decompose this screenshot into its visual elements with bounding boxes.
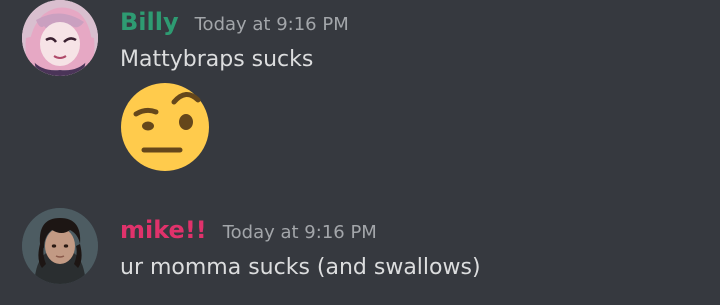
avatar-image-mike bbox=[22, 208, 98, 284]
message-billy: Billy Today at 9:16 PM Mattybraps sucks bbox=[0, 0, 720, 180]
face-with-raised-eyebrow-emoji[interactable] bbox=[118, 80, 212, 174]
avatar[interactable] bbox=[22, 0, 98, 76]
avatar-image-billy bbox=[22, 0, 98, 76]
username[interactable]: Billy bbox=[120, 8, 179, 36]
message-text: ur momma sucks (and swallows) bbox=[120, 255, 481, 280]
timestamp: Today at 9:16 PM bbox=[194, 14, 349, 35]
timestamp: Today at 9:16 PM bbox=[222, 222, 377, 243]
face-with-raised-eyebrow-icon bbox=[121, 83, 209, 171]
message-text: Mattybraps sucks bbox=[120, 47, 314, 72]
avatar[interactable] bbox=[22, 208, 98, 284]
username[interactable]: mike!! bbox=[120, 216, 207, 244]
message-mike: mike!! Today at 9:16 PM ur momma sucks (… bbox=[0, 200, 720, 305]
